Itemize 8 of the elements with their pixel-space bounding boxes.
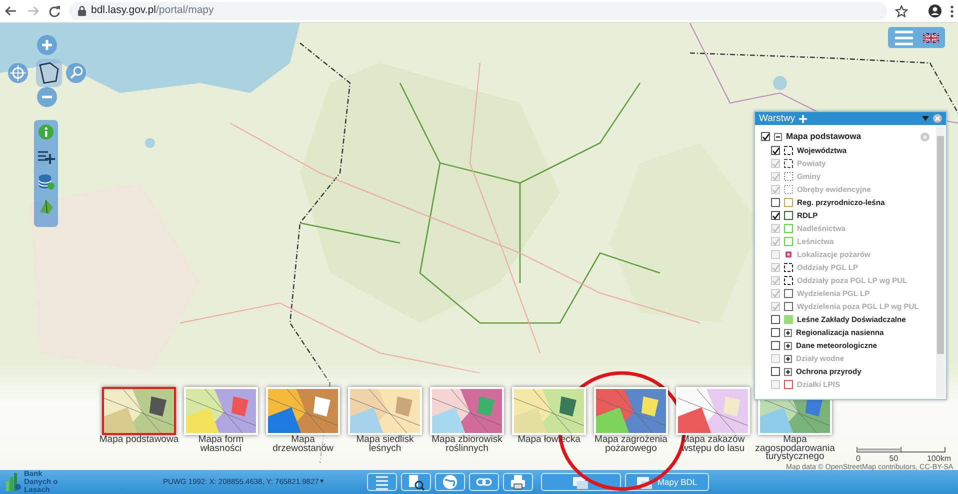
reload-icon[interactable] — [48, 4, 61, 18]
url-text: bdl.lasy.gov.pl/portal/mapy — [91, 3, 214, 18]
back-icon[interactable] — [4, 5, 18, 17]
address-bar[interactable]: bdl.lasy.gov.pl/portal/mapy — [69, 2, 887, 20]
more-icon[interactable] — [950, 4, 954, 18]
account-icon[interactable] — [928, 4, 942, 18]
star-icon[interactable] — [895, 4, 908, 18]
lock-icon — [77, 5, 87, 17]
